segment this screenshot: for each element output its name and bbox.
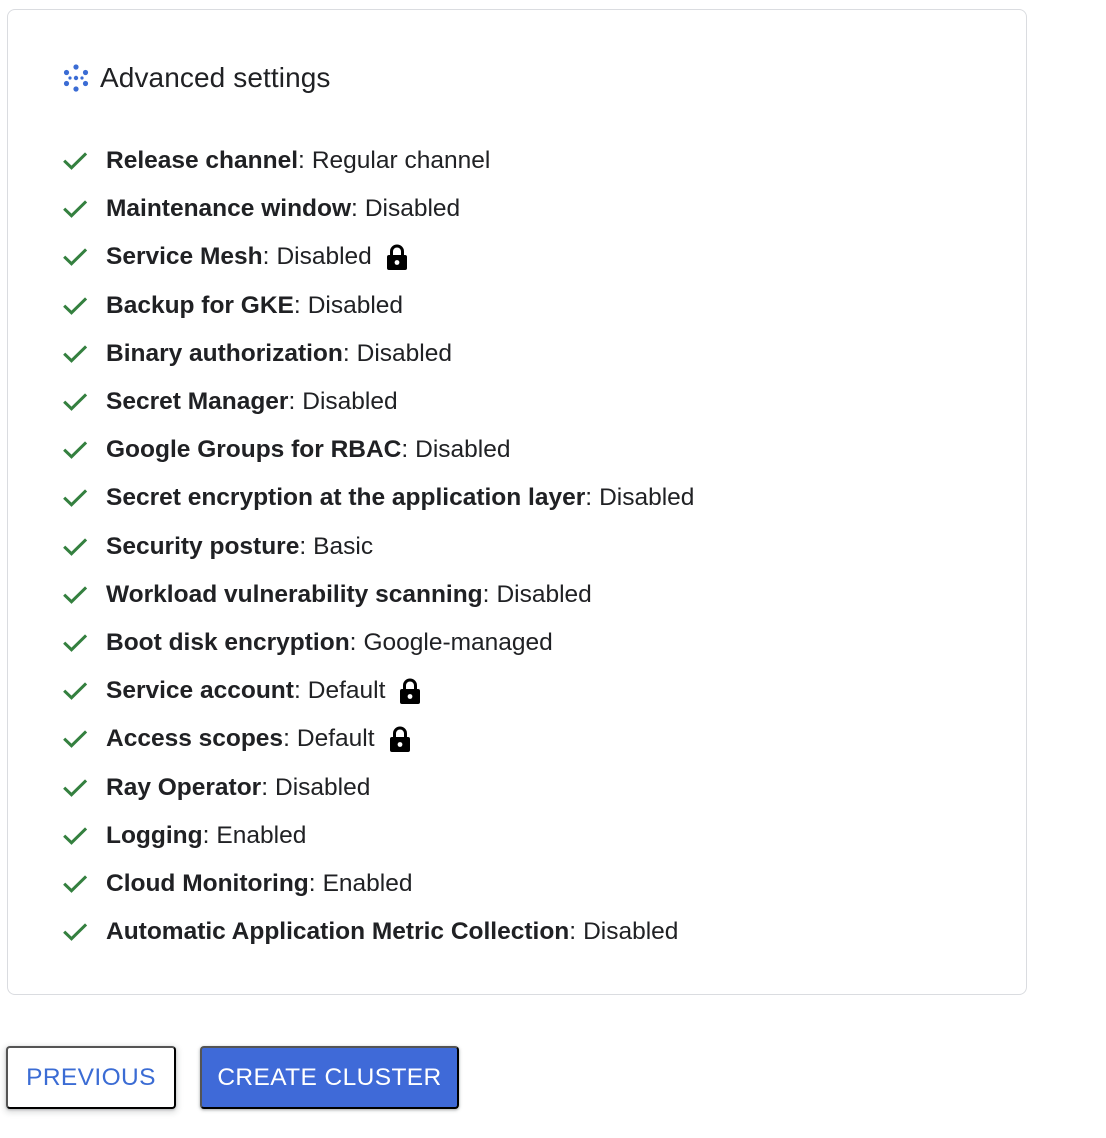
check-icon (60, 628, 90, 658)
settings-list: Release channel: Regular channel Maintenan… (60, 137, 694, 956)
setting-key: Service account (106, 677, 294, 705)
setting-key: Cloud Monitoring (106, 869, 309, 897)
setting-separator: : (283, 725, 290, 753)
setting-key: Logging (106, 821, 203, 849)
setting-row: Google Groups for RBAC: Disabled (60, 426, 694, 474)
setting-separator: : (293, 291, 301, 319)
setting-value: Enabled (322, 869, 413, 897)
setting-value: Regular channel (311, 147, 491, 175)
check-icon (60, 724, 90, 754)
setting-separator: : (288, 388, 296, 416)
setting-key: Binary authorization (106, 339, 343, 367)
previous-button[interactable]: PREVIOUS (6, 1046, 176, 1109)
check-icon (60, 242, 90, 272)
setting-row: Secret Manager: Disabled (60, 378, 694, 426)
setting-row: Boot disk encryption: Google-managed (60, 619, 694, 667)
check-icon (60, 869, 90, 899)
setting-row: Workload vulnerability scanning: Disabled (60, 571, 694, 619)
setting-key: Access scopes (106, 725, 284, 753)
lock-icon (387, 725, 413, 753)
setting-row: Release channel: Regular channel (60, 137, 694, 185)
check-icon (60, 483, 90, 513)
setting-separator: : (261, 773, 269, 801)
lock-icon (397, 677, 423, 705)
setting-separator: : (482, 580, 490, 608)
setting-separator: : (262, 243, 270, 271)
setting-row: Secret encryption at the application lay… (60, 474, 694, 522)
setting-row: Service Mesh: Disabled (60, 233, 694, 281)
setting-row: Service account: Default (60, 667, 694, 715)
setting-key: Automatic Application Metric Collection (106, 918, 570, 946)
setting-value: Disabled (302, 388, 398, 416)
setting-key: Google Groups for RBAC (106, 436, 402, 464)
check-icon (60, 194, 90, 224)
setting-row: Logging: Enabled (60, 812, 694, 860)
setting-value: Disabled (307, 291, 404, 319)
setting-value: Google-managed (363, 628, 553, 656)
check-icon (60, 676, 90, 706)
check-icon (60, 917, 90, 947)
setting-key: Backup for GKE (106, 291, 294, 319)
setting-key: Maintenance window (106, 195, 352, 223)
section-header: Advanced settings (60, 58, 331, 98)
setting-key: Workload vulnerability scanning (106, 580, 483, 608)
setting-key: Security posture (106, 532, 300, 560)
setting-row: Backup for GKE: Disabled (60, 282, 694, 330)
setting-value: Disabled (583, 918, 679, 946)
setting-value: Disabled (496, 580, 592, 608)
check-icon (60, 580, 90, 610)
setting-row: Automatic Application Metric Collection:… (60, 908, 694, 956)
setting-value: Disabled (415, 436, 511, 464)
check-icon (60, 435, 90, 465)
setting-value: Disabled (276, 243, 372, 271)
setting-separator: : (342, 339, 350, 367)
setting-value: Basic (313, 532, 374, 560)
setting-separator: : (349, 628, 357, 656)
setting-value: Default (296, 725, 375, 753)
setting-separator: : (585, 484, 593, 512)
check-icon (60, 821, 90, 851)
create-cluster-button[interactable]: CREATE CLUSTER (200, 1046, 459, 1109)
setting-key: Release channel (106, 147, 299, 175)
check-icon (60, 291, 90, 321)
section-title: Advanced settings (100, 62, 331, 93)
setting-key: Boot disk encryption (106, 628, 350, 656)
setting-row: Binary authorization: Disabled (60, 330, 694, 378)
setting-value: Enabled (216, 821, 307, 849)
setting-separator: : (308, 869, 316, 897)
setting-key: Service Mesh (106, 243, 263, 271)
setting-row: Security posture: Basic (60, 523, 694, 571)
setting-row: Cloud Monitoring: Enabled (60, 860, 694, 908)
check-icon (60, 387, 90, 417)
lock-icon (384, 243, 410, 271)
setting-separator: : (202, 821, 210, 849)
setting-row: Ray Operator: Disabled (60, 763, 694, 811)
check-icon (60, 773, 90, 803)
advanced-settings-panel: Advanced settings Release channel: Regula… (7, 9, 1027, 995)
setting-separator: : (401, 436, 409, 464)
setting-separator: : (298, 147, 305, 175)
setting-separator: : (299, 532, 307, 560)
setting-separator: : (293, 677, 301, 705)
setting-key: Secret Manager (106, 388, 289, 416)
setting-row: Access scopes: Default (60, 715, 694, 763)
setting-value: Disabled (356, 339, 453, 367)
setting-separator: : (569, 918, 577, 946)
setting-row: Maintenance window: Disabled (60, 185, 694, 233)
check-icon (60, 146, 90, 176)
check-icon (60, 339, 90, 369)
setting-key: Secret encryption at the application lay… (106, 484, 586, 512)
dots-cluster-icon (60, 62, 92, 94)
setting-value: Default (307, 677, 386, 705)
setting-key: Ray Operator (106, 773, 262, 801)
setting-separator: : (351, 195, 358, 223)
setting-value: Disabled (599, 484, 695, 512)
setting-value: Disabled (275, 773, 371, 801)
check-icon (60, 532, 90, 562)
setting-value: Disabled (364, 195, 461, 223)
